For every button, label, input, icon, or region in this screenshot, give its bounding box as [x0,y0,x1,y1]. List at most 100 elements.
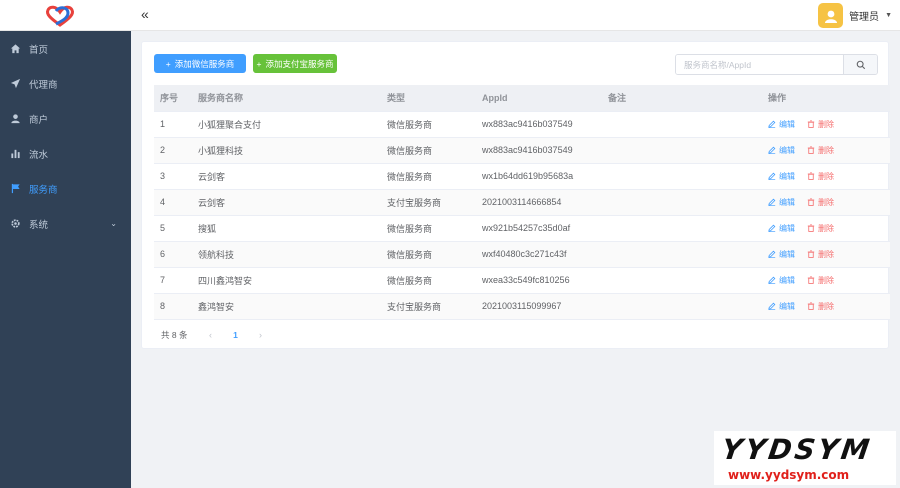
sidebar: 首页 代理商 商户 流水 服务商 系统 ⌄ [0,31,131,488]
column-header: 操作 [762,85,890,112]
table-row: 3 云剑客 微信服务商 wx1b64dd619b95683a 编辑 删除 [154,163,890,190]
cell-name: 四川鑫鸿智安 [192,267,381,294]
column-header: 序号 [154,85,192,112]
edit-icon [768,276,776,284]
cell-name: 云剑客 [192,163,381,190]
delete-label: 删除 [818,119,834,129]
search-input[interactable] [676,55,843,74]
cell-actions: 编辑 删除 [762,267,890,294]
cell-remark [602,293,762,320]
trash-icon [807,146,815,154]
caret-down-icon[interactable]: ▼ [885,12,892,19]
cell-type: 支付宝服务商 [381,189,476,216]
delete-button[interactable]: 删除 [807,119,834,130]
cell-actions: 编辑 删除 [762,189,890,216]
sidebar-item-label: 代理商 [29,79,58,91]
send-icon [9,78,21,90]
chevron-down-icon: ⌄ [110,219,117,228]
add-alipay-provider-button[interactable]: + 添加支付宝服务商 [253,54,337,73]
table-header-row: 序号 服务商名称 类型 AppId 备注 操作 [154,85,890,112]
sidebar-item-home[interactable]: 首页 [0,31,131,66]
plus-icon: + [256,58,262,69]
cell-actions: 编辑 删除 [762,293,890,320]
cell-index: 4 [154,189,192,216]
cell-index: 3 [154,163,192,190]
edit-label: 编辑 [779,145,795,155]
pagination: 共 8 条 ‹ 1 › [161,329,269,341]
edit-button[interactable]: 编辑 [768,275,795,286]
cell-name: 领航科技 [192,241,381,268]
sidebar-item-label: 首页 [29,44,49,56]
cell-appid: wx1b64dd619b95683a [476,163,602,190]
cell-remark [602,137,762,164]
cell-appid: 2021003115099967 [476,293,602,320]
delete-button[interactable]: 删除 [807,145,834,156]
add-wechat-provider-button[interactable]: + 添加微信服务商 [154,54,246,73]
column-header: 类型 [381,85,476,112]
collapse-sidebar-icon[interactable]: « [141,7,149,21]
search-box [675,54,878,75]
table-row: 8 鑫鸿智安 支付宝服务商 2021003115099967 编辑 删除 [154,293,890,320]
table-row: 7 四川鑫鸿智安 微信服务商 wxea33c549fc810256 编辑 删除 [154,267,890,294]
delete-button[interactable]: 删除 [807,171,834,182]
edit-button[interactable]: 编辑 [768,119,795,130]
cell-appid: wx883ac9416b037549 [476,111,602,138]
delete-label: 删除 [818,197,834,207]
sidebar-item-flow[interactable]: 流水 [0,136,131,171]
next-page-icon[interactable]: › [251,330,269,340]
avatar[interactable] [818,3,844,28]
user-avatar-icon [824,10,837,23]
trash-icon [807,120,815,128]
cell-name: 小狐狸科技 [192,137,381,164]
edit-button[interactable]: 编辑 [768,197,795,208]
edit-button[interactable]: 编辑 [768,145,795,156]
cell-actions: 编辑 删除 [762,215,890,242]
cell-index: 8 [154,293,192,320]
edit-button[interactable]: 编辑 [768,171,795,182]
cell-type: 微信服务商 [381,137,476,164]
edit-icon [768,224,776,232]
cell-name: 搜狐 [192,215,381,242]
user-icon [9,113,21,125]
delete-button[interactable]: 删除 [807,249,834,260]
username[interactable]: 管理员 [849,8,879,23]
page-number[interactable]: 1 [225,330,245,340]
sidebar-item-agents[interactable]: 代理商 [0,66,131,101]
sidebar-item-label: 商户 [29,114,49,126]
sidebar-item-merchants[interactable]: 商户 [0,101,131,136]
cell-type: 微信服务商 [381,267,476,294]
search-button[interactable] [843,55,877,74]
edit-icon [768,302,776,310]
delete-button[interactable]: 删除 [807,301,834,312]
cell-index: 6 [154,241,192,268]
edit-icon [768,172,776,180]
edit-button[interactable]: 编辑 [768,249,795,260]
watermark-logo-text: YYDSYM [719,433,875,466]
edit-button[interactable]: 编辑 [768,223,795,234]
cell-name: 云剑客 [192,189,381,216]
logo[interactable] [42,4,78,28]
table-row: 1 小狐狸聚合支付 微信服务商 wx883ac9416b037549 编辑 删除 [154,111,890,138]
cell-remark [602,111,762,138]
user-menu[interactable]: 管理员 ▼ [818,3,892,28]
prev-page-icon[interactable]: ‹ [201,330,219,340]
flag-icon [9,183,21,195]
cell-actions: 编辑 删除 [762,137,890,164]
delete-button[interactable]: 删除 [807,275,834,286]
cell-index: 2 [154,137,192,164]
delete-button[interactable]: 删除 [807,223,834,234]
sidebar-item-system[interactable]: 系统 ⌄ [0,206,131,241]
delete-label: 删除 [818,249,834,259]
cell-remark [602,189,762,216]
cell-type: 微信服务商 [381,215,476,242]
cell-name: 小狐狸聚合支付 [192,111,381,138]
sidebar-item-service-providers[interactable]: 服务商 [0,171,131,206]
column-header: AppId [476,85,602,112]
cell-remark [602,267,762,294]
cell-actions: 编辑 删除 [762,163,890,190]
edit-icon [768,120,776,128]
edit-button[interactable]: 编辑 [768,301,795,312]
trash-icon [807,224,815,232]
delete-button[interactable]: 删除 [807,197,834,208]
button-label: 添加微信服务商 [174,58,235,69]
